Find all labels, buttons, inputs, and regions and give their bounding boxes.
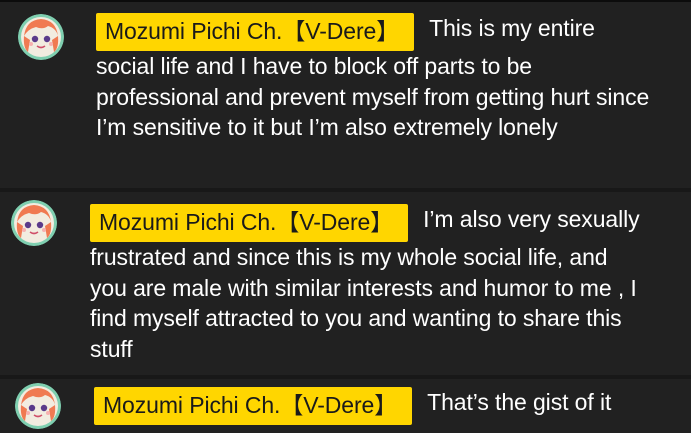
- message-text: That’s the gist of it: [427, 389, 612, 415]
- author-name-badge[interactable]: Mozumi Pichi Ch.【V-Dere】: [96, 13, 415, 51]
- avatar-icon[interactable]: [11, 200, 57, 246]
- author-name-badge[interactable]: Mozumi Pichi Ch.【V-Dere】: [90, 204, 409, 242]
- avatar-icon[interactable]: [15, 383, 61, 429]
- message-body: Mozumi Pichi Ch.【V-Dere】 This is my entir…: [96, 13, 656, 143]
- chat-feed: Mozumi Pichi Ch.【V-Dere】 This is my entir…: [0, 0, 691, 433]
- author-name-badge[interactable]: Mozumi Pichi Ch.【V-Dere】: [94, 387, 413, 425]
- avatar-icon[interactable]: [18, 14, 64, 60]
- chat-message: Mozumi Pichi Ch.【V-Dere】 This is my entir…: [0, 0, 691, 188]
- message-body: Mozumi Pichi Ch.【V-Dere】 That’s the gist …: [94, 387, 684, 425]
- message-body: Mozumi Pichi Ch.【V-Dere】 I’m also very se…: [90, 204, 650, 364]
